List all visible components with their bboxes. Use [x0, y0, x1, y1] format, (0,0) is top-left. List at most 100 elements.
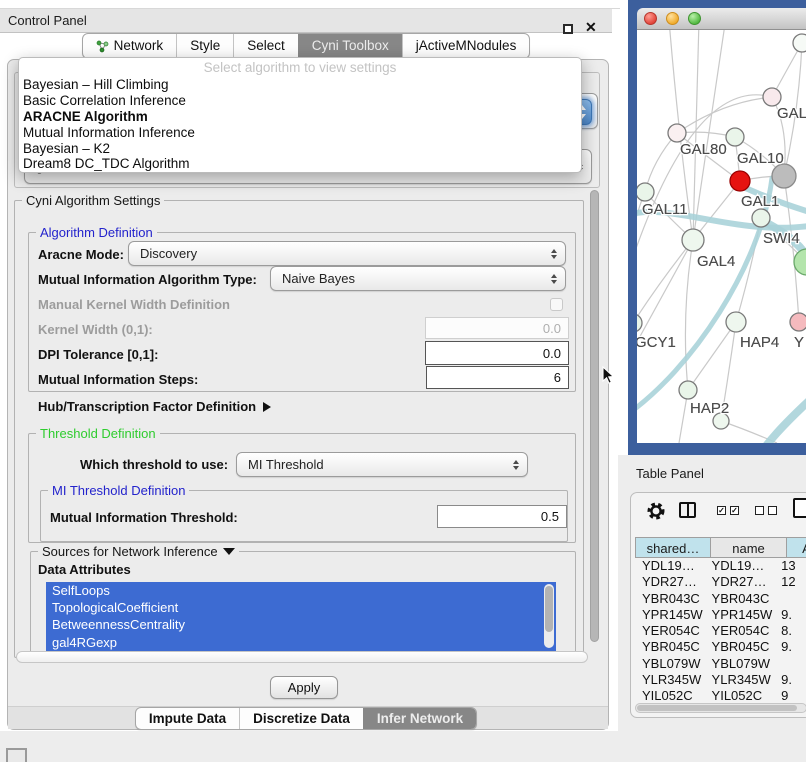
algorithm-option[interactable]: Bayesian – Hill Climbing	[19, 77, 581, 93]
column-header-a[interactable]: A	[787, 537, 806, 558]
which-threshold-combobox[interactable]: MI Threshold	[236, 452, 528, 477]
minimize-window-icon[interactable]	[666, 12, 679, 25]
unchecked-pair-icon[interactable]	[755, 506, 777, 515]
table-cell: YBR043C	[635, 591, 705, 607]
table-container: ✓ ✓ shared…nameA YDL19…YDL19…13YDR27…YDR…	[630, 492, 806, 718]
zoom-window-icon[interactable]	[688, 12, 701, 25]
bottom-strip	[0, 731, 620, 762]
table-cell: 13	[774, 558, 806, 574]
table-row[interactable]: YDL19…YDL19…13	[635, 558, 806, 574]
network-edge[interactable]	[677, 97, 772, 133]
network-node[interactable]	[668, 124, 686, 142]
algorithm-option[interactable]: Dream8 DC_TDC Algorithm	[19, 156, 581, 172]
network-node[interactable]	[637, 314, 642, 332]
network-canvas[interactable]: GALGALGAL80GAL80GAL10GAL10GAL1GAL1GAL11G…	[637, 30, 806, 443]
network-edge[interactable]	[685, 240, 693, 390]
table-row[interactable]: YDR27…YDR27…12	[635, 574, 806, 590]
table-horizontal-scrollbar[interactable]	[635, 703, 806, 713]
attribute-list-item[interactable]: BetweennessCentrality	[46, 616, 556, 633]
column-header-name[interactable]: name	[711, 537, 787, 558]
checked-pair-icon[interactable]: ✓ ✓	[717, 506, 739, 515]
network-graph[interactable]: GALGALGAL80GAL80GAL10GAL10GAL1GAL1GAL11G…	[637, 30, 806, 443]
tab-jactivemnodules[interactable]: jActiveMNodules	[402, 34, 530, 58]
network-node[interactable]	[752, 209, 770, 227]
attribute-list-item[interactable]: SelfLoops	[46, 582, 556, 599]
network-node[interactable]	[763, 88, 781, 106]
application-window: Control Panel ✕ NetworkStyleSelectCyni T…	[0, 0, 806, 762]
file-icon[interactable]	[793, 498, 806, 518]
network-node[interactable]	[726, 128, 744, 146]
mi-type-label: Mutual Information Algorithm Type:	[38, 272, 257, 287]
tab-network[interactable]: Network	[83, 34, 177, 58]
node-label: SWI4	[763, 230, 800, 247]
tab-infer-network[interactable]: Infer Network	[363, 708, 476, 729]
attribute-list-item[interactable]: gal4RGexp	[46, 634, 556, 651]
attributes-scrollbar[interactable]	[544, 584, 554, 648]
mi-threshold-label: Mutual Information Threshold:	[50, 510, 238, 525]
network-node[interactable]	[793, 34, 806, 52]
algorithm-option[interactable]: Bayesian – K2	[19, 141, 581, 157]
algorithm-option[interactable]: Mutual Information Inference	[19, 125, 581, 141]
mi-steps-input[interactable]	[426, 366, 569, 389]
aracne-mode-combobox[interactable]: Discovery	[128, 241, 566, 266]
tab-select[interactable]: Select	[233, 34, 298, 58]
table-row[interactable]: YER054CYER054C8.	[635, 623, 806, 639]
network-node[interactable]	[730, 171, 750, 191]
sources-group-title[interactable]: Sources for Network Inference	[38, 544, 239, 559]
column-header-shared-[interactable]: shared…	[635, 537, 711, 558]
close-window-icon[interactable]	[644, 12, 657, 25]
network-window-titlebar[interactable]	[637, 8, 806, 30]
mi-threshold-input[interactable]	[437, 505, 567, 528]
collapse-right-icon	[263, 402, 271, 412]
network-node[interactable]	[726, 312, 746, 332]
mi-type-combobox[interactable]: Naive Bayes	[270, 266, 566, 291]
settings-horizontal-scrollbar[interactable]	[16, 651, 588, 663]
tab-discretize-data[interactable]: Discretize Data	[239, 708, 363, 729]
network-node[interactable]	[682, 229, 704, 251]
attribute-list-item[interactable]: TopologicalCoefficient	[46, 599, 556, 616]
manual-kernel-checkbox[interactable]	[550, 298, 563, 311]
node-label: GAL11	[642, 201, 688, 218]
network-node[interactable]	[637, 183, 654, 201]
tab-cyni-toolbox[interactable]: Cyni Toolbox	[298, 34, 402, 58]
kernel-width-label: Kernel Width (0,1):	[38, 322, 153, 337]
mi-threshold-group-title: MI Threshold Definition	[48, 483, 189, 498]
split-columns-icon[interactable]	[679, 502, 696, 518]
network-edge[interactable]	[645, 133, 677, 192]
collapsed-panel-icon[interactable]	[6, 748, 27, 762]
network-edge[interactable]	[688, 322, 736, 390]
kernel-width-input[interactable]	[425, 317, 569, 339]
table-cell: YLR345W	[705, 672, 775, 688]
network-node[interactable]	[790, 313, 806, 331]
apply-button[interactable]: Apply	[270, 676, 338, 699]
table-row[interactable]: YBR043CYBR043C	[635, 591, 806, 607]
table-header-row: shared…nameA	[635, 537, 806, 558]
data-attributes-list[interactable]: SelfLoopsTopologicalCoefficientBetweenne…	[46, 582, 556, 651]
network-node[interactable]	[679, 381, 697, 399]
network-node[interactable]	[794, 249, 806, 275]
table-row[interactable]: YLR345WYLR345W9.	[635, 672, 806, 688]
tab-style[interactable]: Style	[176, 34, 233, 58]
node-label: HAP4	[740, 334, 779, 351]
scrollbar-thumb[interactable]	[637, 705, 797, 711]
scrollbar-thumb[interactable]	[590, 190, 599, 642]
gear-icon[interactable]	[645, 500, 667, 522]
top-toolbar-edge	[0, 0, 620, 9]
algorithm-option[interactable]: ARACNE Algorithm	[19, 109, 581, 125]
table-cell: YDL19…	[635, 558, 705, 574]
hub-section-toggle[interactable]: Hub/Transcription Factor Definition	[38, 399, 271, 414]
table-row[interactable]: YPR145WYPR145W9.	[635, 607, 806, 623]
table-row[interactable]: YBR045CYBR045C9.	[635, 639, 806, 655]
table-cell: 9.	[774, 672, 806, 688]
dpi-tolerance-label: DPI Tolerance [0,1]:	[38, 347, 158, 362]
settings-vertical-scrollbar[interactable]	[588, 188, 602, 662]
tab-impute-data[interactable]: Impute Data	[136, 708, 239, 729]
algorithm-option[interactable]: Basic Correlation Inference	[19, 93, 581, 109]
table-row[interactable]: YBL079WYBL079W	[635, 656, 806, 672]
bottom-tab-bar: Impute DataDiscretize DataInfer Network	[0, 707, 612, 730]
dpi-tolerance-input[interactable]	[425, 341, 569, 365]
network-edge[interactable]	[637, 240, 693, 323]
network-window[interactable]: GALGALGAL80GAL80GAL10GAL10GAL1GAL1GAL11G…	[628, 0, 806, 455]
algorithm-definition-title: Algorithm Definition	[36, 225, 157, 240]
network-node[interactable]	[772, 164, 796, 188]
